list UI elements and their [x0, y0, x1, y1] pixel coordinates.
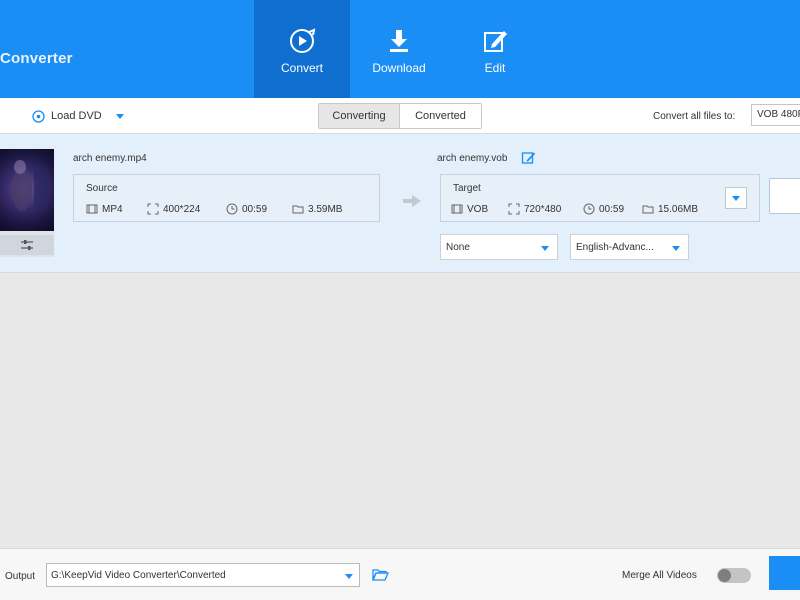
download-icon	[390, 30, 408, 52]
tab-edit[interactable]: Edit	[447, 0, 543, 98]
clock-icon	[583, 203, 595, 215]
video-settings-button[interactable]	[0, 235, 54, 255]
target-format: VOB	[451, 203, 488, 215]
chevron-down-icon	[672, 246, 680, 251]
source-size-value: 3.59MB	[308, 203, 343, 215]
target-resolution: 720*480	[508, 203, 561, 215]
tab-edit-label: Edit	[484, 61, 506, 75]
source-duration: 00:59	[226, 203, 267, 215]
target-format-value: VOB	[467, 203, 489, 215]
top-header: Converter Convert Download Edit	[0, 0, 800, 98]
output-label: Output	[5, 571, 36, 582]
dvd-disc-icon	[32, 109, 45, 123]
chevron-down-icon	[115, 113, 124, 119]
source-format: MP4	[86, 203, 123, 215]
tab-convert[interactable]: Convert	[254, 0, 350, 98]
video-thumbnail[interactable]	[0, 149, 54, 231]
merge-all-label: Merge All Videos	[622, 570, 697, 581]
output-path-value: G:\KeepVid Video Converter\Converted	[51, 570, 226, 581]
subtitle-select[interactable]: None	[440, 234, 558, 260]
video-thumbnail-panel	[0, 149, 54, 257]
tab-converted[interactable]: Converted	[400, 104, 481, 128]
source-resolution: 400*224	[147, 203, 200, 215]
target-format-dropdown[interactable]	[725, 187, 747, 209]
source-filename: arch enemy.mp4	[73, 153, 147, 164]
clock-icon	[226, 203, 238, 215]
resolution-icon	[147, 203, 159, 215]
target-info-box: Target VOB 720*480 00:59 15.06MB	[440, 174, 760, 222]
film-icon	[451, 204, 463, 214]
thumbnail-image	[12, 160, 48, 211]
convert-all-button[interactable]	[769, 556, 800, 590]
resolution-icon	[508, 203, 520, 215]
load-dvd-label: Load DVD	[51, 110, 102, 122]
sliders-icon	[21, 240, 33, 250]
convert-arrow-icon	[403, 195, 421, 207]
convert-all-label: Convert all files to:	[653, 111, 736, 122]
tab-convert-label: Convert	[280, 61, 324, 75]
source-format-value: MP4	[102, 203, 123, 215]
source-title: Source	[86, 183, 118, 194]
target-size: 15.06MB	[642, 203, 698, 215]
convert-play-icon	[290, 28, 316, 53]
edit-filename-icon[interactable]	[521, 150, 536, 165]
audio-track-select[interactable]: English-Advanc...	[570, 234, 689, 260]
folder-icon	[642, 205, 654, 214]
target-duration-value: 00:59	[599, 203, 625, 215]
edit-icon	[484, 31, 507, 52]
open-folder-icon[interactable]	[372, 568, 389, 582]
convert-file-button[interactable]	[769, 178, 800, 214]
target-filename: arch enemy.vob	[437, 153, 508, 164]
tab-download[interactable]: Download	[351, 0, 447, 98]
film-icon	[86, 204, 98, 214]
subtitle-value: None	[446, 241, 470, 253]
chevron-down-icon	[541, 246, 549, 251]
folder-icon	[292, 205, 304, 214]
output-path-select[interactable]: G:\KeepVid Video Converter\Converted	[46, 563, 360, 587]
audio-track-value: English-Advanc...	[576, 241, 654, 253]
source-resolution-value: 400*224	[163, 203, 201, 215]
chevron-down-icon	[345, 574, 353, 579]
convert-all-format-select[interactable]: VOB 480P	[751, 104, 800, 126]
target-resolution-value: 720*480	[524, 203, 562, 215]
source-duration-value: 00:59	[242, 203, 268, 215]
source-size: 3.59MB	[292, 203, 342, 215]
app-title: Converter	[0, 50, 73, 67]
target-duration: 00:59	[583, 203, 624, 215]
merge-all-toggle[interactable]	[717, 568, 751, 583]
toggle-knob	[718, 569, 731, 582]
tab-converting[interactable]: Converting	[319, 104, 400, 128]
target-size-value: 15.06MB	[658, 203, 699, 215]
tab-download-label: Download	[372, 61, 426, 75]
source-info-box: Source MP4 400*224 00:59 3.59MB	[73, 174, 380, 222]
target-title: Target	[453, 183, 481, 194]
load-dvd-button[interactable]: Load DVD	[32, 108, 124, 124]
conversion-status-toggle: Converting Converted	[318, 103, 482, 129]
chevron-down-icon	[732, 195, 740, 201]
